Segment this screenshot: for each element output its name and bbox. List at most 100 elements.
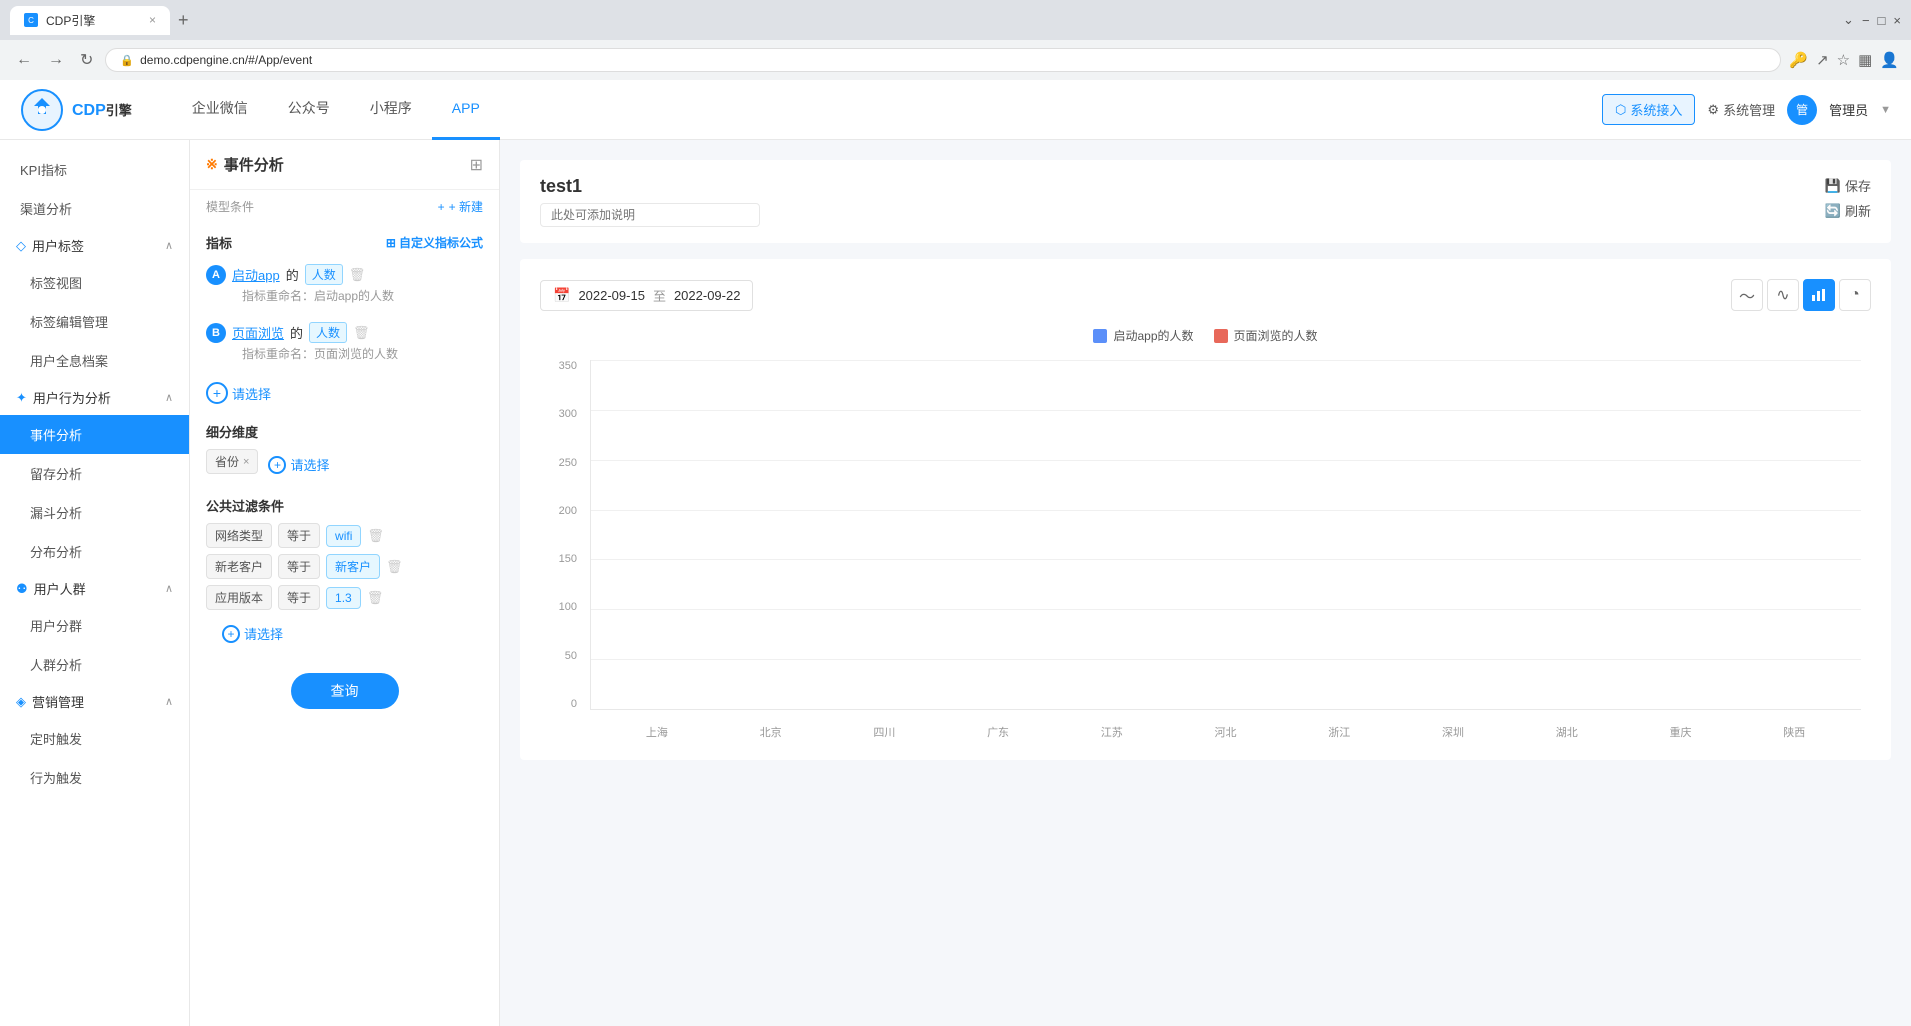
new-model-button[interactable]: + + 新建: [438, 198, 483, 215]
date-range[interactable]: 📅 2022-09-15 至 2022-09-22: [540, 280, 753, 311]
metric-of-b: 的: [290, 323, 303, 342]
save-button[interactable]: 💾 保存: [1825, 176, 1871, 195]
refresh-chart-button[interactable]: 🔄 刷新: [1825, 201, 1871, 220]
sidebar-item-tag-view[interactable]: 标签视图: [0, 263, 189, 302]
star-icon[interactable]: ☆: [1837, 51, 1850, 69]
add-dimension-button[interactable]: + 请选择: [268, 455, 329, 474]
browser-tab[interactable]: C CDP引擎 ×: [10, 6, 170, 35]
sidebar-item-user-profile[interactable]: 用户全息档案: [0, 341, 189, 380]
tab-title: CDP引擎: [46, 12, 95, 29]
metric-event-b[interactable]: 页面浏览: [232, 323, 284, 342]
sidebar-toggle-icon[interactable]: ▦: [1858, 51, 1872, 69]
delete-metric-a[interactable]: 🗑: [349, 267, 366, 283]
user-dropdown-icon[interactable]: ▼: [1880, 104, 1891, 116]
sidebar-item-tag-edit[interactable]: 标签编辑管理: [0, 302, 189, 341]
x-axis-label: 上海: [600, 724, 714, 740]
nav-item-wechat-work[interactable]: 企业微信: [172, 80, 268, 140]
forward-button[interactable]: →: [44, 47, 68, 73]
delete-filter-1[interactable]: 🗑: [367, 528, 384, 544]
sidebar-category-marketing[interactable]: ◈ 营销管理 ∧: [0, 684, 189, 719]
pie-chart-button[interactable]: ◔: [1839, 279, 1871, 311]
sidebar-item-user-segment[interactable]: 用户分群: [0, 606, 189, 645]
sidebar-item-event-analysis[interactable]: 事件分析: [0, 415, 189, 454]
x-axis-label: 广东: [941, 724, 1055, 740]
filter-val-1[interactable]: wifi: [326, 525, 361, 547]
sidebar-item-distribution[interactable]: 分布分析: [0, 532, 189, 571]
filter-val-3[interactable]: 1.3: [326, 587, 361, 609]
browser-collapse-icon[interactable]: ⌄: [1843, 12, 1854, 28]
share-icon[interactable]: ↗: [1816, 51, 1829, 69]
filter-field-2[interactable]: 新老客户: [206, 554, 272, 579]
back-button[interactable]: ←: [12, 47, 36, 73]
browser-close-icon[interactable]: ×: [1893, 13, 1901, 28]
metric-rename-a: 指标重命名：启动app的人数: [206, 285, 483, 310]
add-filter-button[interactable]: + 请选择: [206, 616, 483, 651]
delete-metric-b[interactable]: 🗑: [353, 325, 370, 341]
system-connect-button[interactable]: ⬡ 系统接入: [1602, 94, 1695, 125]
connect-icon: ⬡: [1615, 102, 1626, 118]
nav-item-mini-program[interactable]: 小程序: [350, 80, 432, 140]
sidebar-category-user-behavior[interactable]: ✦ 用户行为分析 ∧: [0, 380, 189, 415]
metric-event-a[interactable]: 启动app: [232, 265, 280, 284]
metric-type-b[interactable]: 人数: [309, 322, 347, 343]
filter-op-1[interactable]: 等于: [278, 523, 320, 548]
user-name[interactable]: 管理员: [1829, 100, 1868, 119]
sidebar-item-channel[interactable]: 渠道分析: [0, 189, 189, 228]
profile-icon[interactable]: 👤: [1880, 51, 1899, 69]
address-text: demo.cdpengine.cn/#/App/event: [140, 53, 312, 67]
line-chart-button[interactable]: 〜: [1731, 279, 1763, 311]
delete-filter-2[interactable]: 🗑: [386, 559, 403, 575]
system-manage-button[interactable]: ⚙ 系统管理: [1707, 100, 1775, 119]
y-axis-label: 350: [559, 360, 577, 372]
report-desc-input[interactable]: [540, 203, 760, 227]
bar-chart-button[interactable]: [1803, 279, 1835, 311]
filter-field-1[interactable]: 网络类型: [206, 523, 272, 548]
sidebar-item-funnel[interactable]: 漏斗分析: [0, 493, 189, 532]
filter-section: 公共过滤条件 网络类型 等于 wifi 🗑 新老客户 等于 新客户 🗑: [190, 486, 499, 657]
grid-icon[interactable]: ⊞: [470, 155, 483, 175]
address-bar[interactable]: 🔒 demo.cdpengine.cn/#/App/event: [105, 48, 1781, 72]
filter-field-3[interactable]: 应用版本: [206, 585, 272, 610]
sidebar-item-retention[interactable]: 留存分析: [0, 454, 189, 493]
sidebar: KPI指标 渠道分析 ◇ 用户标签 ∧ 标签视图 标签编辑管理 用户全息档案 ✦: [0, 140, 190, 1026]
refresh-button[interactable]: ↻: [76, 46, 97, 74]
browser-maximize-icon[interactable]: □: [1878, 13, 1886, 28]
filter-row-3: 应用版本 等于 1.3 🗑: [206, 585, 483, 610]
model-condition-label: 模型条件: [206, 198, 254, 215]
user-avatar: 管: [1787, 95, 1817, 125]
filter-val-2[interactable]: 新客户: [326, 554, 380, 579]
sidebar-item-kpi[interactable]: KPI指标: [0, 150, 189, 189]
chart-container: 📅 2022-09-15 至 2022-09-22 〜 ∿: [520, 259, 1891, 760]
report-title: test1: [540, 176, 760, 197]
sidebar-category-user-tag[interactable]: ◇ 用户标签 ∧: [0, 228, 189, 263]
report-actions: 💾 保存 🔄 刷新: [1825, 176, 1871, 220]
tab-close-icon[interactable]: ×: [149, 13, 156, 27]
dimension-tag-province[interactable]: 省份 ×: [206, 449, 258, 474]
metric-row-a: A 启动app 的 人数 🗑 指标重命名：启动app的人数: [190, 258, 499, 316]
logo-icon: [20, 88, 64, 132]
delete-filter-3[interactable]: 🗑: [367, 590, 384, 606]
key-icon[interactable]: 🔑: [1789, 51, 1808, 69]
filter-op-3[interactable]: 等于: [278, 585, 320, 610]
sidebar-category-user-group[interactable]: ⚉ 用户人群 ∧: [0, 571, 189, 606]
plus-icon: +: [438, 200, 445, 214]
x-axis-label: 河北: [1169, 724, 1283, 740]
y-axis-label: 50: [565, 650, 577, 662]
add-metric-button[interactable]: + 请选择: [190, 374, 499, 412]
custom-formula-link[interactable]: ⊞ 自定义指标公式: [386, 234, 483, 251]
filter-op-2[interactable]: 等于: [278, 554, 320, 579]
sidebar-item-behavior-trigger[interactable]: 行为触发: [0, 758, 189, 797]
fire-icon: ※: [206, 156, 218, 173]
nav-item-official-account[interactable]: 公众号: [268, 80, 350, 140]
browser-minimize-icon[interactable]: −: [1862, 13, 1870, 28]
remove-dimension-icon[interactable]: ×: [243, 456, 249, 468]
metric-type-a[interactable]: 人数: [305, 264, 343, 285]
new-tab-button[interactable]: +: [178, 10, 189, 31]
query-button[interactable]: 查询: [291, 673, 399, 709]
sidebar-item-crowd-analysis[interactable]: 人群分析: [0, 645, 189, 684]
nav-item-app[interactable]: APP: [432, 80, 500, 140]
sidebar-item-timer-trigger[interactable]: 定时触发: [0, 719, 189, 758]
x-axis-label: 湖北: [1510, 724, 1624, 740]
legend-item-b: 页面浏览的人数: [1214, 327, 1318, 344]
curve-chart-button[interactable]: ∿: [1767, 279, 1799, 311]
